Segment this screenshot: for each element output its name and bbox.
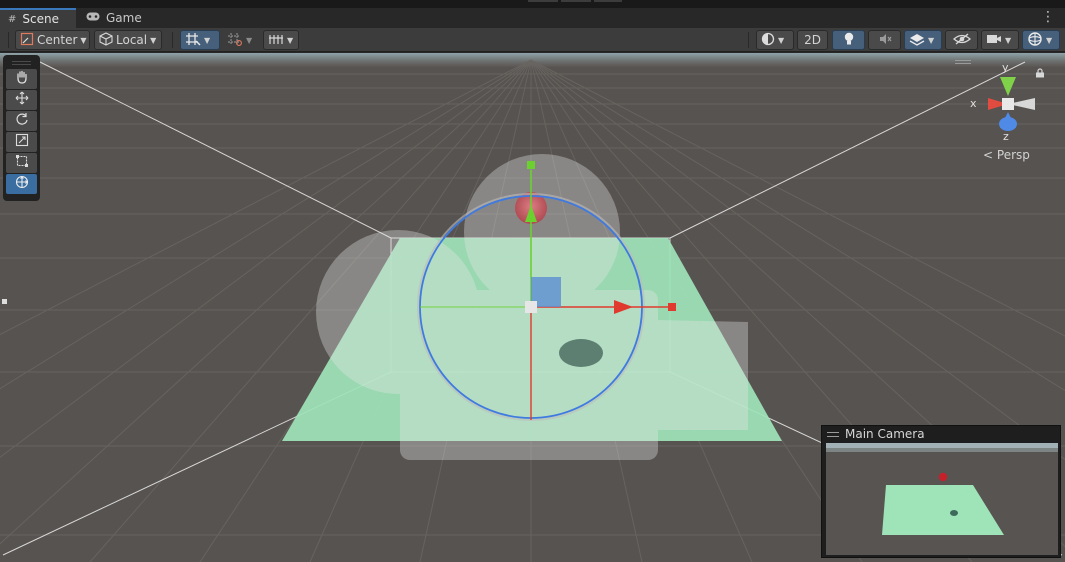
- chevron-down-icon: ▼: [1046, 35, 1053, 45]
- gizmo-z-label: z: [1003, 130, 1009, 143]
- move-arrows-icon: [15, 91, 29, 109]
- increment-snap-icon: [227, 32, 243, 49]
- gizmos-dropdown[interactable]: ▼: [1022, 30, 1060, 50]
- transform-icon: [15, 175, 29, 193]
- chevron-down-icon: ▼: [287, 35, 294, 45]
- scale-icon: [15, 133, 29, 151]
- rect-transform-icon: [15, 154, 29, 172]
- pivot-rotation-dropdown[interactable]: Local ▼: [94, 30, 162, 50]
- toolbar-divider: [8, 32, 9, 48]
- projection-chevron-icon: <: [983, 148, 994, 162]
- tab-game[interactable]: Game: [78, 8, 148, 28]
- gizmo-y-label: y: [1002, 61, 1009, 74]
- title-segment: [561, 0, 591, 2]
- move-tool-button[interactable]: [6, 90, 37, 110]
- chevron-down-icon: ▼: [204, 35, 211, 45]
- layers-icon: [909, 32, 925, 49]
- x-scale-handle[interactable]: [668, 303, 676, 311]
- scene-toolbar: Center ▼ Local ▼ ▼ ▼ ▼ ▼ 2D ▼ ▼ ▼: [0, 28, 1065, 52]
- gizmo-x-label: x: [970, 97, 977, 110]
- camera-preview-panel: Main Camera: [821, 425, 1061, 558]
- pivot-mode-label: Center: [37, 33, 78, 47]
- chevron-down-icon: ▼: [80, 35, 87, 45]
- tab-bar: # Scene Game ⋮: [0, 8, 1065, 28]
- orientation-gizmo[interactable]: [988, 77, 1035, 131]
- rect-tool-button[interactable]: [6, 153, 37, 173]
- title-segment: [594, 0, 622, 2]
- tab-scene[interactable]: # Scene: [0, 8, 76, 28]
- palette-drag-grip[interactable]: [12, 61, 31, 65]
- camera-preview-render: [826, 443, 1058, 555]
- transform-tool-button[interactable]: [6, 174, 37, 194]
- grid-icon: #: [8, 13, 17, 25]
- preview-drag-grip: [827, 431, 839, 437]
- local-space-icon: [99, 31, 113, 49]
- toolbar-divider: [748, 32, 749, 48]
- camera-settings-dropdown[interactable]: ▼: [981, 30, 1019, 50]
- camera-icon: [986, 33, 1002, 48]
- toolbar-divider: [172, 32, 173, 48]
- effects-dropdown[interactable]: ▼: [904, 30, 942, 50]
- draw-mode-dropdown[interactable]: ▼: [756, 30, 794, 50]
- grid-snap-icon: [185, 32, 201, 49]
- chevron-down-icon: ▼: [1005, 35, 1012, 45]
- window-title-strip: [0, 0, 1065, 8]
- grid-visibility-dropdown[interactable]: ▼: [263, 30, 299, 50]
- toggle-2d-label: 2D: [804, 33, 821, 47]
- rotate-icon: [15, 112, 29, 130]
- lock-icon[interactable]: [1035, 67, 1045, 78]
- hand-tool-button[interactable]: [6, 69, 37, 89]
- pivot-rotation-label: Local: [116, 33, 148, 47]
- eye-hidden-icon: [952, 32, 971, 49]
- tab-game-label: Game: [106, 11, 142, 25]
- audio-toggle[interactable]: [868, 30, 901, 50]
- gizmo-sphere-icon: [1027, 31, 1043, 50]
- chevron-down-icon: ▼: [246, 35, 253, 45]
- chevron-down-icon: ▼: [928, 35, 935, 45]
- more-options-icon[interactable]: ⋮: [1041, 10, 1055, 24]
- audio-muted-icon: [878, 32, 892, 49]
- scale-tool-button[interactable]: [6, 132, 37, 152]
- chevron-down-icon: ▼: [150, 35, 157, 45]
- projection-label: Persp: [996, 148, 1030, 162]
- lighting-toggle[interactable]: [832, 30, 865, 50]
- increment-snapping-toggle[interactable]: ▼: [222, 30, 260, 50]
- sphere-shadow: [559, 339, 603, 367]
- pivot-mode-dropdown[interactable]: Center ▼: [15, 30, 90, 50]
- tool-palette: [3, 55, 40, 201]
- camera-preview-title: Main Camera: [845, 427, 925, 441]
- title-segment: [528, 0, 558, 2]
- projection-toggle[interactable]: < Persp: [983, 148, 1030, 162]
- ruler-grid-icon: [268, 32, 284, 49]
- chevron-down-icon: ▼: [778, 35, 785, 45]
- gizmo-drag-grip[interactable]: [955, 60, 971, 64]
- rotate-tool-button[interactable]: [6, 111, 37, 131]
- scene-visibility-toggle[interactable]: [945, 30, 978, 50]
- toggle-2d-button[interactable]: 2D: [797, 30, 828, 50]
- gamepad-icon: [86, 12, 100, 24]
- camera-preview-header[interactable]: Main Camera: [822, 426, 1060, 442]
- lightbulb-icon: [843, 32, 855, 49]
- tab-scene-label: Scene: [22, 12, 59, 26]
- pivot-center-icon: [20, 32, 34, 49]
- center-handle[interactable]: [525, 301, 537, 313]
- grid-snapping-toggle[interactable]: ▼: [180, 30, 220, 50]
- y-scale-handle[interactable]: [527, 161, 535, 169]
- shading-sphere-icon: [761, 32, 775, 49]
- hand-icon: [15, 70, 29, 88]
- resize-handle[interactable]: [2, 299, 7, 304]
